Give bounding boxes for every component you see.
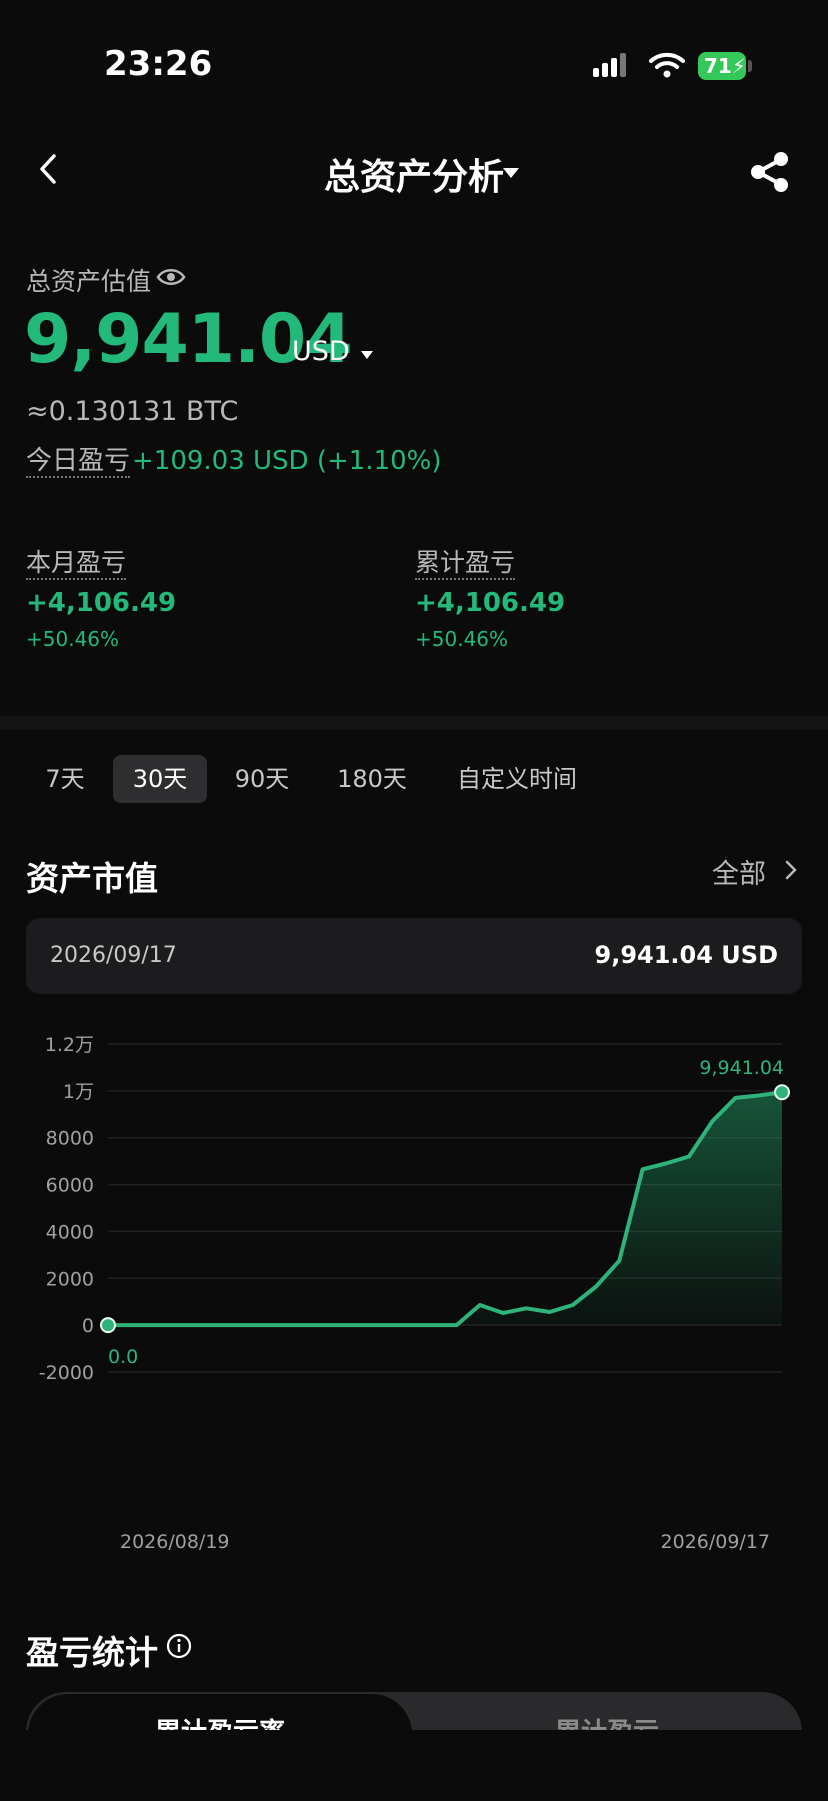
selected-value: 9,941.04 USD — [594, 941, 778, 969]
chart-area-fill — [108, 1092, 782, 1326]
month-pnl-value: +4,106.49 — [26, 588, 177, 618]
page-title[interactable]: 总资产分析 — [0, 148, 828, 200]
tab-7d[interactable]: 7天 — [30, 755, 100, 803]
today-pnl-label[interactable]: 今日盈亏 — [26, 446, 131, 478]
chart-y-tick-label: 4000 — [46, 1221, 94, 1243]
tab-30d[interactable]: 30天 — [113, 755, 207, 803]
month-pnl-percent: +50.46% — [26, 627, 120, 651]
caret-down-icon[interactable] — [502, 167, 520, 179]
cumulative-pnl-label[interactable]: 累计盈亏 — [415, 548, 516, 580]
bottom-safe-area — [0, 1730, 828, 1801]
chevron-right-icon[interactable] — [784, 859, 798, 881]
section-divider — [0, 716, 828, 730]
chart-x-label-start: 2026/08/19 — [120, 1531, 230, 1553]
today-pnl-value: +109.03 USD (+1.10%) — [132, 446, 442, 476]
cumulative-pnl-percent: +50.46% — [415, 627, 509, 651]
chart-y-tick-label: 1.2万 — [45, 1034, 94, 1056]
eye-icon[interactable] — [156, 266, 186, 288]
cumulative-pnl-value: +4,106.49 — [415, 588, 566, 618]
info-icon[interactable] — [166, 1633, 192, 1659]
chart-y-tick-label: 8000 — [46, 1128, 94, 1150]
chart-y-tick-label: 2000 — [46, 1268, 94, 1290]
chart-x-label-end: 2026/09/17 — [660, 1531, 770, 1553]
status-time: 23:26 — [104, 44, 213, 84]
chart-y-tick-label: -2000 — [39, 1362, 94, 1384]
chart-end-point — [774, 1084, 790, 1101]
battery-cap — [748, 60, 752, 72]
tab-90d[interactable]: 90天 — [222, 755, 302, 803]
battery-indicator: 71⚡ — [698, 52, 746, 80]
tab-custom-time[interactable]: 自定义时间 — [440, 755, 594, 803]
asset-value-chart[interactable]: 1.2万 1万 8000 6000 4000 2000 0 -2000 0.0 9,941.0… — [0, 1010, 828, 1580]
asset-section-title: 资产市值 — [26, 859, 158, 898]
month-pnl-label[interactable]: 本月盈亏 — [26, 548, 127, 580]
pnl-stats-title: 盈亏统计 — [26, 1633, 158, 1672]
tab-180d[interactable]: 180天 — [322, 755, 422, 803]
chart-start-point — [100, 1317, 116, 1334]
selected-date: 2026/09/17 — [50, 943, 177, 968]
chart-end-label: 9,941.04 — [699, 1057, 784, 1079]
cellular-signal-icon — [593, 52, 685, 78]
chart-y-tick-label: 0 — [82, 1315, 94, 1337]
all-link[interactable]: 全部 — [712, 852, 766, 891]
caret-down-icon[interactable] — [360, 350, 374, 360]
btc-equivalent: ≈0.130131 BTC — [26, 396, 239, 427]
estimate-label: 总资产估值 — [26, 267, 152, 296]
chart-y-tick-label: 6000 — [46, 1175, 94, 1197]
chart-start-label: 0.0 — [108, 1346, 138, 1368]
currency-selector[interactable]: USD — [292, 336, 350, 367]
chart-y-tick-label: 1万 — [63, 1081, 94, 1103]
wifi-icon — [649, 52, 685, 78]
share-icon[interactable] — [748, 150, 792, 194]
